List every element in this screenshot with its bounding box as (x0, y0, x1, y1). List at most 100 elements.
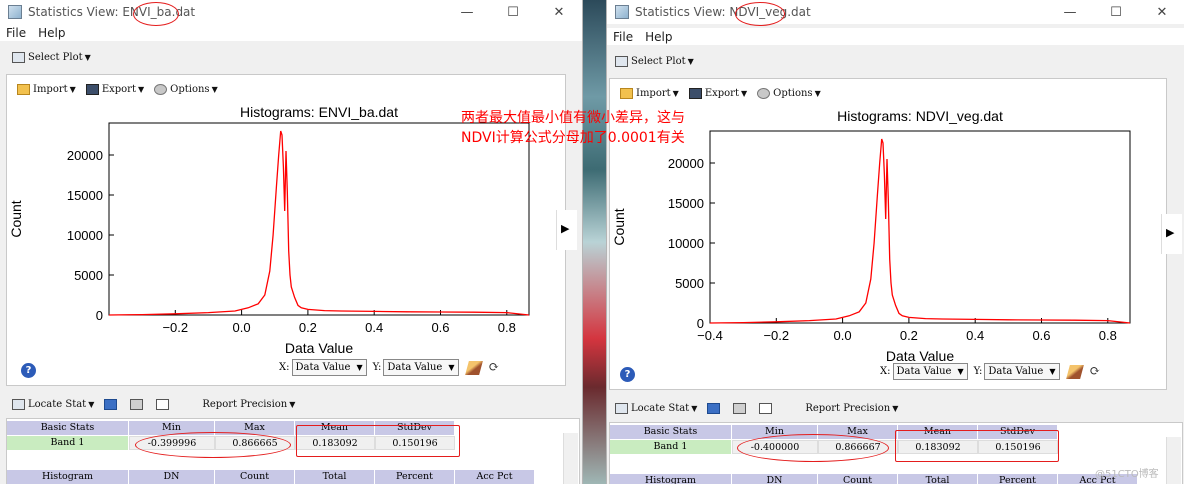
options-button[interactable]: Options ▼ (154, 83, 218, 95)
help-icon[interactable]: ? (21, 363, 36, 378)
maximize-icon[interactable]: ☐ (1093, 5, 1139, 20)
select-plot-button[interactable]: Select Plot ▼ (615, 55, 694, 67)
copy-button[interactable] (156, 398, 172, 410)
export-label: Export (704, 87, 739, 99)
view-button-2[interactable] (130, 398, 146, 410)
y-tick-label: 15000 (67, 188, 103, 203)
y-axis-value: Data Value (387, 362, 443, 373)
y-axis-select[interactable]: Data Value ▼ (984, 363, 1060, 380)
table-icon (707, 402, 721, 414)
pencil-icon[interactable] (1065, 364, 1084, 379)
report-precision-label: Report Precision (805, 402, 891, 414)
refresh-icon[interactable]: ⟳ (489, 360, 500, 375)
close-icon[interactable]: ✕ (1139, 5, 1184, 20)
plot-toolbar: Import ▼ Export ▼ Options ▼ (17, 77, 228, 101)
y-axis-label: Y: (973, 366, 983, 377)
options-button[interactable]: Options ▼ (757, 87, 821, 99)
menu-bar: File Help (607, 28, 1184, 45)
report-precision-button[interactable]: Report Precision ▼ (805, 403, 898, 414)
stats-scrollbar[interactable] (1166, 437, 1181, 484)
background-image-strip (582, 0, 606, 484)
y-axis-title: Count (8, 200, 24, 237)
highlight-ellipse (133, 2, 179, 26)
copy-button[interactable] (759, 402, 775, 414)
header-cell: Basic Stats (610, 425, 732, 439)
select-plot-toolbar: Select Plot ▼ (0, 45, 582, 69)
export-label: Export (101, 83, 136, 95)
view-button-1[interactable] (707, 402, 723, 414)
maximize-icon[interactable]: ☐ (490, 5, 536, 20)
header-cell: Histogram (610, 474, 732, 484)
stats-toolbar: Locate Stat ▼ Report Precision ▼ (12, 392, 305, 416)
view-button-1[interactable] (104, 398, 120, 410)
table-icon (104, 398, 118, 410)
title-bar: Statistics View: ENVI_ba.dat — ☐ ✕ (0, 0, 582, 24)
y-tick-label: 0 (96, 308, 103, 323)
menu-help[interactable]: Help (38, 26, 65, 40)
plot-icon (12, 51, 25, 63)
menu-bar: File Help (0, 24, 582, 41)
highlight-ellipse (135, 432, 291, 458)
band-cell: Band 1 (610, 440, 732, 454)
panel-expander[interactable]: ▶ (556, 210, 577, 250)
plot-frame (709, 130, 1131, 324)
x-axis-select[interactable]: Data Value ▼ (291, 359, 367, 376)
chevron-down-icon: ▼ (740, 88, 748, 98)
highlight-box (296, 425, 460, 457)
header-cell: Percent (978, 474, 1058, 484)
x-tick-label: −0.2 (162, 320, 188, 335)
export-button[interactable]: Export ▼ (85, 83, 145, 95)
import-button[interactable]: Import ▼ (17, 83, 76, 95)
x-tick-label: 0.4 (966, 328, 984, 343)
annotation-line-2: NDVI计算公式分母加了0.0001有关 (461, 130, 685, 146)
menu-help[interactable]: Help (645, 30, 672, 44)
panel-expander[interactable]: ▶ (1161, 214, 1182, 254)
grid-icon (130, 398, 144, 410)
view-button-2[interactable] (733, 402, 749, 414)
stats-scrollbar[interactable] (563, 433, 578, 484)
import-label: Import (636, 87, 671, 99)
chevron-down-icon: ▼ (672, 88, 679, 98)
plot-toolbar: Import ▼ Export ▼ Options ▼ (620, 81, 831, 105)
refresh-icon[interactable]: ⟳ (1090, 364, 1101, 379)
export-button[interactable]: Export ▼ (688, 87, 748, 99)
chevron-down-icon: ▼ (289, 399, 296, 409)
menu-file[interactable]: File (613, 30, 633, 44)
x-tick-label: 0.2 (900, 328, 918, 343)
menu-file[interactable]: File (6, 26, 26, 40)
minimize-icon[interactable]: — (444, 5, 490, 20)
x-axis-value: Data Value (295, 362, 351, 373)
axis-selectors: X: Data Value ▼ Y: Data Value ▼ ⟳ (880, 363, 1100, 380)
header-cell: Basic Stats (7, 421, 129, 435)
pencil-icon[interactable] (464, 360, 483, 375)
help-icon[interactable]: ? (620, 367, 635, 382)
select-plot-button[interactable]: Select Plot ▼ (12, 51, 91, 63)
import-button[interactable]: Import ▼ (620, 87, 679, 99)
chevron-down-icon: ▼ (84, 52, 91, 62)
y-axis-select[interactable]: Data Value ▼ (383, 359, 459, 376)
report-precision-button[interactable]: Report Precision ▼ (202, 399, 295, 410)
y-tick-label: 10000 (668, 236, 704, 251)
grid-icon (733, 402, 747, 414)
header-cell: DN (129, 470, 215, 484)
locate-stat-button[interactable]: Locate Stat ▼ (12, 398, 95, 410)
locate-stat-label: Locate Stat (28, 398, 87, 410)
locate-stat-button[interactable]: Locate Stat ▼ (615, 402, 697, 414)
select-plot-toolbar: Select Plot ▼ (607, 49, 1184, 73)
y-tick-label: 15000 (668, 196, 704, 211)
y-tick-label: 20000 (67, 148, 103, 163)
x-axis-select[interactable]: Data Value ▼ (892, 363, 968, 380)
chevron-down-icon: ▼ (88, 399, 95, 409)
chevron-down-icon: ▼ (448, 363, 455, 372)
histogram-line (108, 130, 530, 316)
chevron-down-icon: ▼ (137, 84, 145, 94)
header-cell: Histogram (7, 470, 129, 484)
copy-icon (156, 398, 170, 410)
histogram-chart: Histograms: NDVI_veg.dat−0.4 −0.2 0.0 0.2 0.… (611, 108, 1131, 364)
minimize-icon[interactable]: — (1047, 5, 1093, 20)
x-tick-label: 0.6 (1032, 328, 1050, 343)
save-icon (85, 83, 99, 95)
close-icon[interactable]: ✕ (536, 5, 582, 20)
import-label: Import (33, 83, 68, 95)
report-precision-label: Report Precision (202, 398, 288, 410)
